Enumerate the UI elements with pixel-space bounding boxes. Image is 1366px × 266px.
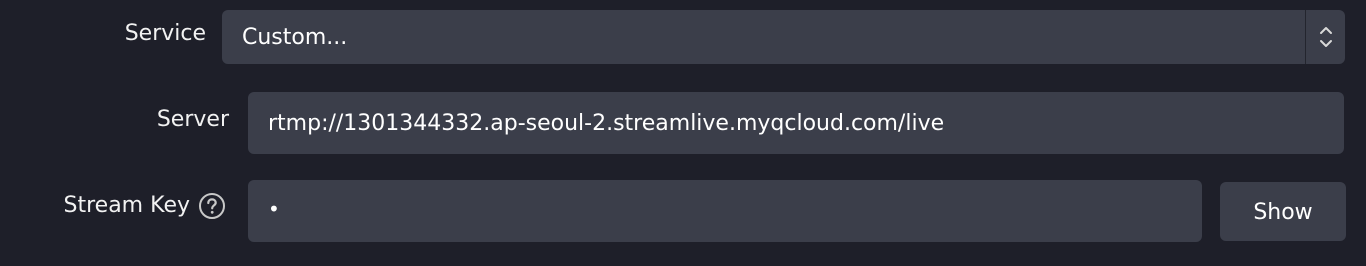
stream-settings-panel: Service Custom... Server rtmp://13013443… (0, 0, 1366, 266)
service-select[interactable]: Custom... (222, 10, 1345, 64)
stream-key-masked-value: • (268, 197, 280, 221)
chevron-up-down-icon (1320, 27, 1332, 47)
server-input[interactable]: rtmp://1301344332.ap-seoul-2.streamlive.… (248, 92, 1344, 154)
server-label: Server (156, 107, 229, 132)
show-button[interactable]: Show (1220, 182, 1346, 241)
stream-key-label: Stream Key (63, 193, 190, 218)
stream-key-input[interactable]: • (248, 180, 1202, 242)
service-selected-value: Custom... (242, 25, 348, 50)
question-circle-icon[interactable] (198, 192, 226, 220)
service-label: Service (124, 21, 206, 46)
select-arrows-button[interactable] (1305, 10, 1345, 64)
server-input-value: rtmp://1301344332.ap-seoul-2.streamlive.… (268, 111, 945, 136)
